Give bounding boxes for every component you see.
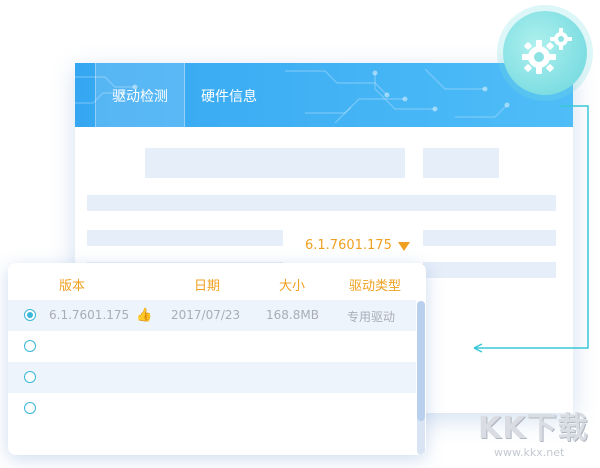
driver-list-panel: 版本 日期 大小 驱动类型 6.1.7601.175 👍 2017/07/23 … — [8, 263, 426, 455]
column-version: 版本 — [59, 279, 86, 294]
table-row[interactable] — [8, 393, 416, 424]
scrollbar-thumb[interactable] — [417, 301, 425, 421]
row-version: 6.1.7601.175 — [49, 308, 130, 322]
table-row[interactable] — [8, 362, 416, 393]
radio-button[interactable] — [24, 402, 36, 414]
watermark-logo: KK下载 — [478, 411, 589, 446]
thumbs-up-icon: 👍 — [136, 308, 153, 323]
watermark-url: www.kkx.net — [494, 446, 565, 459]
scrollbar[interactable] — [417, 301, 425, 455]
radio-selected[interactable] — [24, 309, 36, 321]
row-date: 2017/07/23 — [171, 308, 241, 322]
watermark: KK下载 www.kkx.net — [478, 412, 598, 466]
placeholder-bar — [145, 148, 405, 178]
column-size: 大小 — [279, 279, 306, 294]
row-type: 专用驱动 — [347, 310, 396, 324]
radio-button[interactable] — [24, 340, 36, 352]
radio-button[interactable] — [24, 371, 36, 383]
table-row[interactable]: 6.1.7601.175 👍 2017/07/23 168.8MB 专用驱动 — [8, 300, 416, 331]
row-size: 168.8MB — [266, 308, 319, 322]
settings-badge — [503, 11, 587, 95]
caret-down-icon — [398, 242, 410, 251]
table-header: 版本 日期 大小 驱动类型 — [8, 263, 426, 301]
version-dropdown-value: 6.1.7601.175 — [305, 238, 392, 253]
column-date: 日期 — [194, 279, 221, 294]
column-driver-type: 驱动类型 — [349, 279, 402, 294]
gears-icon — [522, 28, 572, 74]
table-row[interactable] — [8, 331, 416, 362]
connector-arrow — [473, 105, 589, 353]
version-dropdown[interactable]: 6.1.7601.175 — [283, 228, 423, 264]
tab-driver-detection[interactable]: 驱动检测 — [95, 63, 185, 127]
tab-hardware-info[interactable]: 硬件信息 — [193, 63, 265, 127]
